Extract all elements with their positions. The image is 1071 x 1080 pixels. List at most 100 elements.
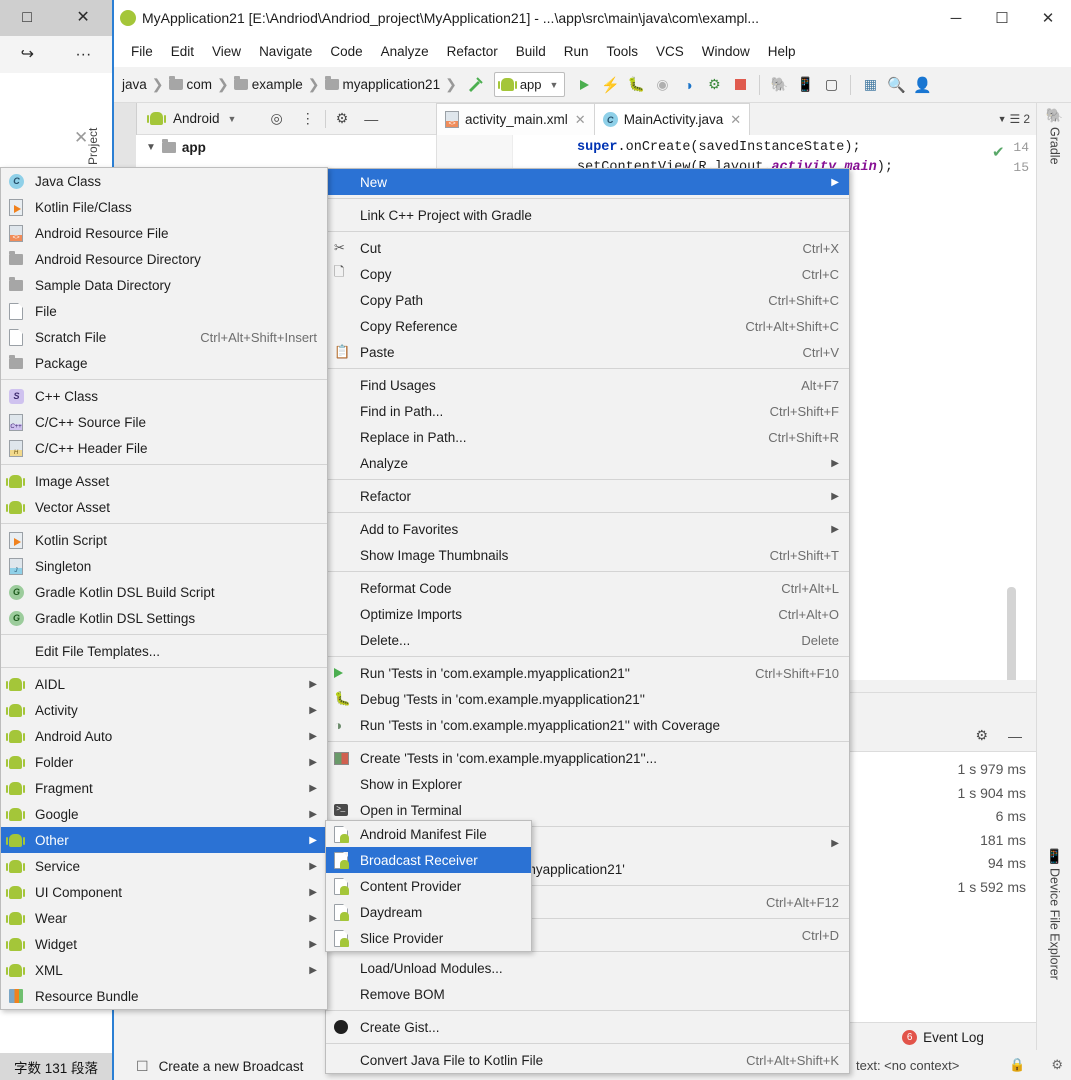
menu-item-scratch-file[interactable]: Scratch File Ctrl+Alt+Shift+Insert bbox=[1, 324, 327, 350]
tree-node-app[interactable]: app bbox=[182, 140, 206, 155]
menu-item-paste[interactable]: 📋 Paste Ctrl+V bbox=[326, 339, 849, 365]
menu-item-google[interactable]: Google ▶ bbox=[1, 801, 327, 827]
menu-run[interactable]: Run bbox=[555, 41, 598, 62]
breadcrumb-java[interactable]: java ❯ bbox=[122, 76, 169, 93]
menu-item-create-gist[interactable]: Create Gist... bbox=[326, 1014, 849, 1040]
menu-item-show-image-thumbnails[interactable]: Show Image Thumbnails Ctrl+Shift+T bbox=[326, 542, 849, 568]
collapse-all-icon[interactable]: ⋮ bbox=[301, 110, 315, 127]
tab-mainactivity-java[interactable]: C MainActivity.java ✕ bbox=[593, 103, 751, 135]
menu-code[interactable]: Code bbox=[321, 41, 371, 62]
run-with-coverage-icon[interactable]: ⚙ bbox=[701, 72, 727, 98]
menu-item-java-class[interactable]: C Java Class bbox=[1, 168, 327, 194]
menu-item-activity[interactable]: Activity ▶ bbox=[1, 697, 327, 723]
menu-view[interactable]: View bbox=[203, 41, 250, 62]
locate-icon[interactable]: ◎ bbox=[270, 110, 282, 127]
event-log-tab[interactable]: 6 Event Log bbox=[850, 1022, 1036, 1051]
profiler-icon[interactable]: ◑ bbox=[675, 72, 701, 98]
menu-item-find-usages[interactable]: Find Usages Alt+F7 bbox=[326, 372, 849, 398]
memory-icon[interactable]: ⚙ bbox=[1051, 1057, 1063, 1073]
menu-item-find-in-path[interactable]: Find in Path... Ctrl+Shift+F bbox=[326, 398, 849, 424]
menu-item-replace-in-path[interactable]: Replace in Path... Ctrl+Shift+R bbox=[326, 424, 849, 450]
build-hammer-icon[interactable] bbox=[462, 72, 488, 98]
menu-item-broadcast-receiver[interactable]: Broadcast Receiver bbox=[326, 847, 531, 873]
tab-activity-main-xml[interactable]: <> activity_main.xml ✕ bbox=[436, 103, 595, 135]
tool-tab-gradle[interactable]: 🐘 Gradle bbox=[1037, 107, 1071, 165]
menu-item-service[interactable]: Service ▶ bbox=[1, 853, 327, 879]
menu-item-convert-java-to-kotlin[interactable]: Convert Java File to Kotlin File Ctrl+Al… bbox=[326, 1047, 849, 1073]
new-submenu[interactable]: C Java Class Kotlin File/Class <> Androi… bbox=[0, 167, 328, 1010]
menu-item-fragment[interactable]: Fragment ▶ bbox=[1, 775, 327, 801]
menu-item-ui-component[interactable]: UI Component ▶ bbox=[1, 879, 327, 905]
menu-window[interactable]: Window bbox=[693, 41, 759, 62]
menu-item-cut[interactable]: ✂ Cut Ctrl+X bbox=[326, 235, 849, 261]
menu-item-link-cpp-project[interactable]: Link C++ Project with Gradle bbox=[326, 202, 849, 228]
menu-item-show-in-explorer[interactable]: Show in Explorer bbox=[326, 771, 849, 797]
tab-overflow[interactable]: ▼ ☰ 2 bbox=[998, 112, 1036, 126]
menu-item-run-tests-coverage[interactable]: ◑ Run 'Tests in 'com.example.myapplicati… bbox=[326, 712, 849, 738]
menu-item-package[interactable]: Package bbox=[1, 350, 327, 376]
breadcrumb-com[interactable]: com ❯ bbox=[168, 76, 234, 93]
menu-item-android-resource-directory[interactable]: Android Resource Directory bbox=[1, 246, 327, 272]
menu-build[interactable]: Build bbox=[507, 41, 555, 62]
hide-panel-icon[interactable]: — bbox=[1008, 728, 1022, 744]
menu-item-new[interactable]: New ▶ bbox=[326, 169, 849, 195]
menu-item-remove-bom[interactable]: Remove BOM bbox=[326, 981, 849, 1007]
close-button[interactable]: ✕ bbox=[1025, 0, 1071, 36]
menu-item-folder[interactable]: Folder ▶ bbox=[1, 749, 327, 775]
menu-item-content-provider[interactable]: Content Provider bbox=[326, 873, 531, 899]
menu-item-cpp-source-file[interactable]: C++ C/C++ Source File bbox=[1, 409, 327, 435]
menu-help[interactable]: Help bbox=[759, 41, 805, 62]
menu-item-file[interactable]: File bbox=[1, 298, 327, 324]
gear-icon[interactable]: ⚙ bbox=[975, 727, 988, 744]
project-structure-icon[interactable]: ▦ bbox=[857, 72, 883, 98]
menu-item-edit-file-templates[interactable]: Edit File Templates... bbox=[1, 638, 327, 664]
avd-manager-icon[interactable]: 📱 bbox=[792, 72, 818, 98]
menu-item-daydream[interactable]: Daydream bbox=[326, 899, 531, 925]
menu-item-aidl[interactable]: AIDL ▶ bbox=[1, 671, 327, 697]
breadcrumb-myapplication21[interactable]: myapplication21 ❯ bbox=[324, 76, 462, 93]
menu-item-resource-bundle[interactable]: Resource Bundle bbox=[1, 983, 327, 1009]
editor-scrollbar[interactable] bbox=[1007, 587, 1016, 680]
close-icon[interactable]: ✕ bbox=[575, 112, 586, 128]
search-icon[interactable]: 🔍 bbox=[883, 72, 909, 98]
menu-item-image-asset[interactable]: Image Asset bbox=[1, 468, 327, 494]
menu-item-kotlin-file-class[interactable]: Kotlin File/Class bbox=[1, 194, 327, 220]
menu-item-copy-reference[interactable]: Copy Reference Ctrl+Alt+Shift+C bbox=[326, 313, 849, 339]
sync-gradle-icon[interactable]: 🐘 bbox=[766, 72, 792, 98]
menu-item-gradle-kotlin-dsl-settings[interactable]: G Gradle Kotlin DSL Settings bbox=[1, 605, 327, 631]
menu-item-gradle-kotlin-dsl-build-script[interactable]: G Gradle Kotlin DSL Build Script bbox=[1, 579, 327, 605]
other-submenu[interactable]: Android Manifest File Broadcast Receiver… bbox=[325, 820, 532, 952]
tool-tab-device-file-explorer[interactable]: 📱 Device File Explorer bbox=[1037, 848, 1071, 980]
lock-icon[interactable]: 🔒 bbox=[1009, 1057, 1025, 1073]
close-icon[interactable]: ✕ bbox=[76, 10, 89, 26]
menu-item-slice-provider[interactable]: Slice Provider bbox=[326, 925, 531, 951]
menu-item-delete[interactable]: Delete... Delete bbox=[326, 627, 849, 653]
maximize-icon[interactable]: □ bbox=[22, 10, 32, 26]
menu-tools[interactable]: Tools bbox=[598, 41, 648, 62]
more-icon[interactable]: ··· bbox=[75, 46, 91, 63]
user-avatar-icon[interactable]: 👤 bbox=[909, 72, 935, 98]
menu-item-android-auto[interactable]: Android Auto ▶ bbox=[1, 723, 327, 749]
debug-icon[interactable]: 🐛 bbox=[623, 72, 649, 98]
menu-item-sample-data-directory[interactable]: Sample Data Directory bbox=[1, 272, 327, 298]
menu-item-widget[interactable]: Widget ▶ bbox=[1, 931, 327, 957]
menu-item-debug-tests[interactable]: 🐛 Debug 'Tests in 'com.example.myapplica… bbox=[326, 686, 849, 712]
stop-icon[interactable] bbox=[727, 72, 753, 98]
menu-item-xml[interactable]: XML ▶ bbox=[1, 957, 327, 983]
menu-item-other[interactable]: Other ▶ bbox=[1, 827, 327, 853]
menu-item-copy[interactable]: 🗋 Copy Ctrl+C bbox=[326, 261, 849, 287]
menu-refactor[interactable]: Refactor bbox=[438, 41, 507, 62]
menu-item-analyze[interactable]: Analyze ▶ bbox=[326, 450, 849, 476]
menu-item-add-to-favorites[interactable]: Add to Favorites ▶ bbox=[326, 516, 849, 542]
menu-item-copy-path[interactable]: Copy Path Ctrl+Shift+C bbox=[326, 287, 849, 313]
menu-item-reformat-code[interactable]: Reformat Code Ctrl+Alt+L bbox=[326, 575, 849, 601]
maximize-button[interactable]: ☐ bbox=[979, 0, 1025, 36]
menu-analyze[interactable]: Analyze bbox=[372, 41, 438, 62]
menu-item-kotlin-script[interactable]: Kotlin Script bbox=[1, 527, 327, 553]
menu-item-singleton[interactable]: J Singleton bbox=[1, 553, 327, 579]
sdk-manager-icon[interactable]: ▢ bbox=[818, 72, 844, 98]
gear-icon[interactable]: ⚙ bbox=[336, 110, 349, 127]
menu-item-load-unload-modules[interactable]: Load/Unload Modules... bbox=[326, 955, 849, 981]
menu-edit[interactable]: Edit bbox=[162, 41, 203, 62]
menu-item-run-tests[interactable]: Run 'Tests in 'com.example.myapplication… bbox=[326, 660, 849, 686]
